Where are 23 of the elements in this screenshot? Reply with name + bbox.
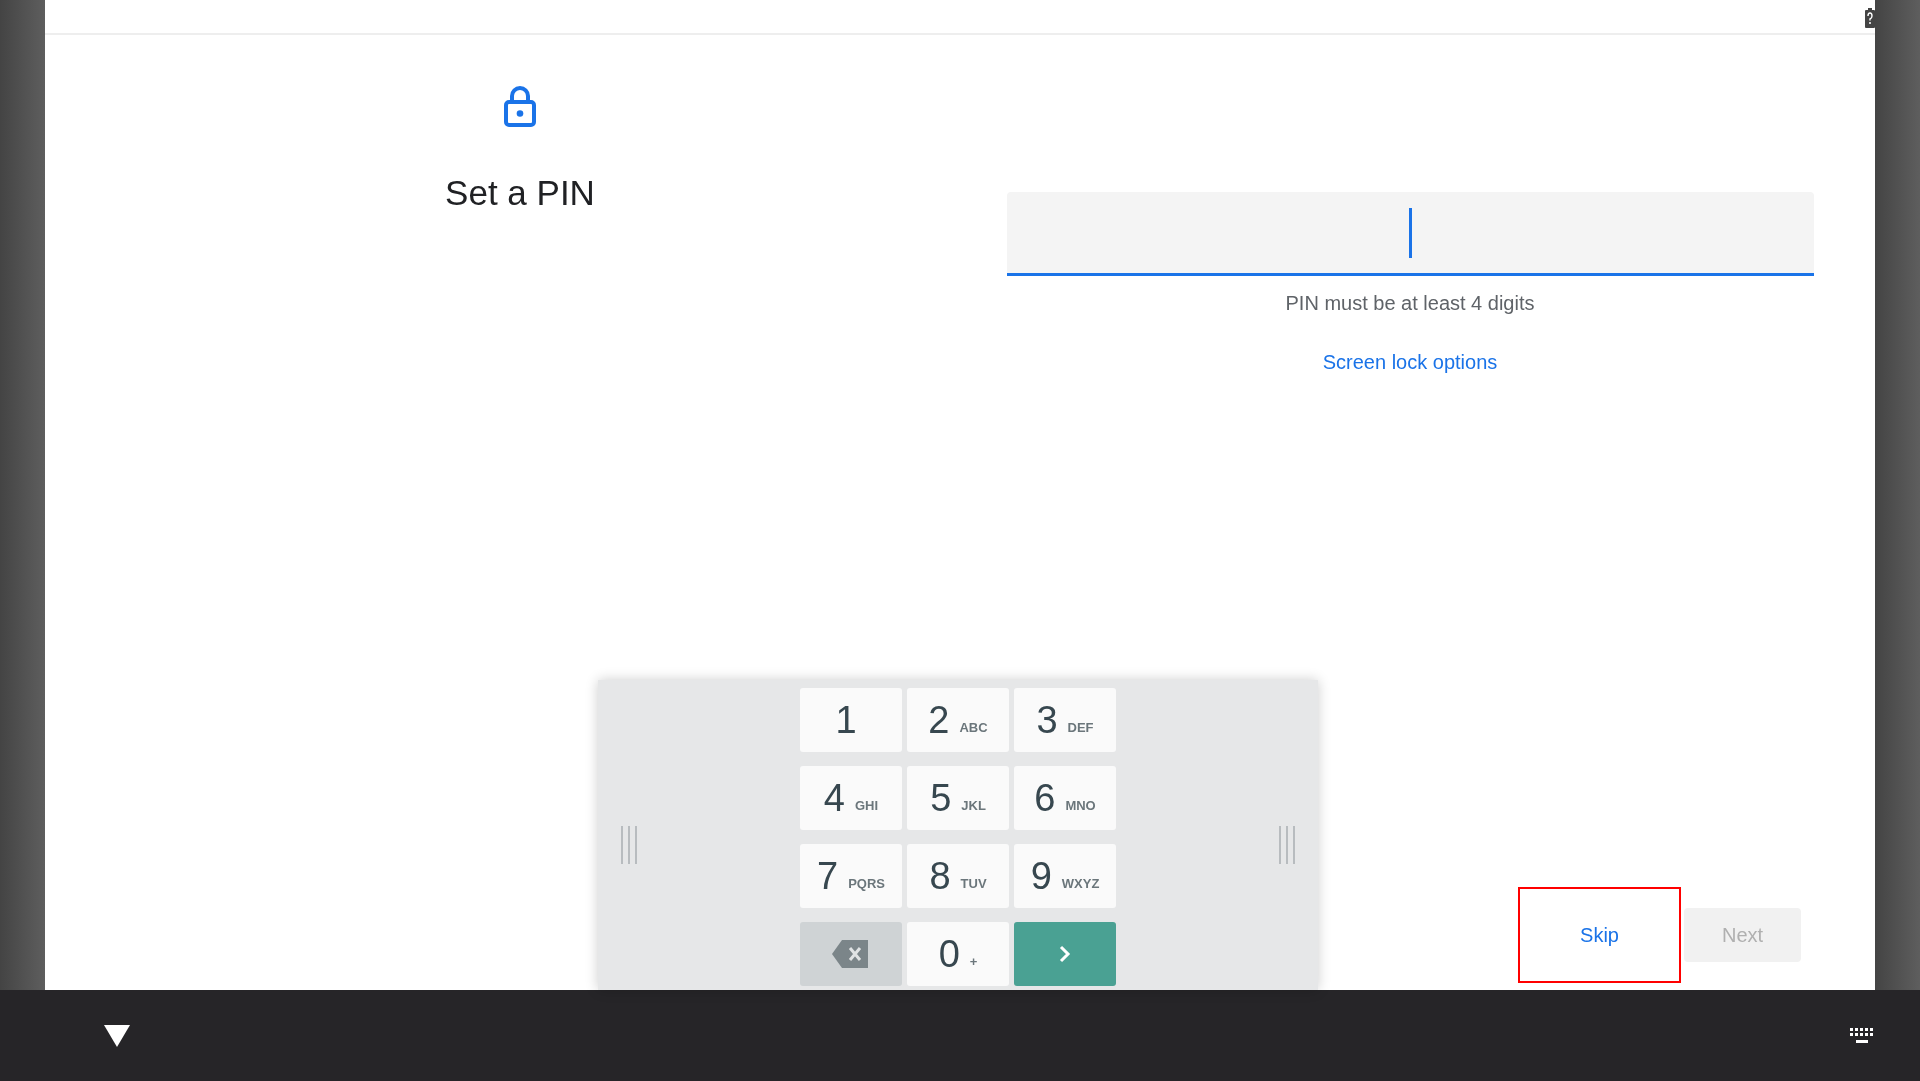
- digit-key[interactable]: 6 MNO: [1014, 766, 1116, 830]
- chevron-right-icon: [1058, 944, 1072, 964]
- digit-key[interactable]: 3 DEF: [1014, 688, 1116, 752]
- digit-key[interactable]: 4 GHI: [800, 766, 902, 830]
- screen-lock-options-link[interactable]: Screen lock options: [1322, 351, 1498, 374]
- back-triangle-icon[interactable]: [104, 1024, 130, 1047]
- digit-key[interactable]: 2 ABC: [907, 688, 1009, 752]
- digit-key[interactable]: 5 JKL: [907, 766, 1009, 830]
- skip-button[interactable]: Skip: [1518, 887, 1681, 983]
- hint-text: PIN must be at least 4 digits: [1285, 292, 1535, 315]
- backspace-key[interactable]: [800, 922, 902, 986]
- digit-key[interactable]: 7 PQRS: [800, 844, 902, 908]
- grip-icon: [1278, 826, 1296, 864]
- digit-key[interactable]: 0 +: [907, 922, 1009, 986]
- pin-field[interactable]: [1006, 192, 1814, 276]
- lock-icon: [504, 85, 536, 127]
- page-title: Set a PIN: [445, 173, 595, 213]
- digit-key[interactable]: 8 TUV: [907, 844, 1009, 908]
- backspace-icon: [832, 940, 870, 968]
- digit-key[interactable]: 9 WXYZ: [1014, 844, 1116, 908]
- keyboard-icon[interactable]: [1850, 1027, 1874, 1044]
- digit-key[interactable]: 1: [800, 688, 902, 752]
- grip-icon: [620, 826, 638, 864]
